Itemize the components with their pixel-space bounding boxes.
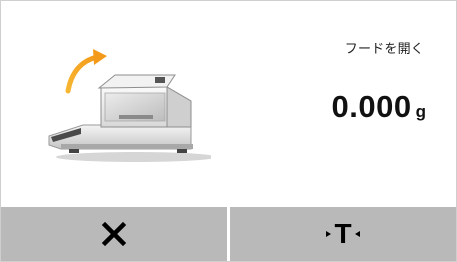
tare-button[interactable]: T <box>227 207 456 261</box>
tare-icon: T <box>323 218 362 250</box>
close-icon <box>101 221 127 247</box>
weight-value: 0.000 <box>331 89 412 124</box>
softkey-bar: T <box>1 207 456 261</box>
message-area: フードを開く 0.000 g <box>1 1 456 206</box>
tare-arrow-left-icon <box>326 231 332 237</box>
balance-screen: フードを開く 0.000 g T <box>0 0 457 262</box>
cancel-button[interactable] <box>1 207 227 261</box>
weight-unit: g <box>415 102 426 121</box>
weight-display: 0.000 g <box>332 89 426 125</box>
tare-arrow-right-icon <box>354 231 360 237</box>
balance-hood-open-icon <box>41 41 216 171</box>
instruction-text: フードを開く <box>344 41 424 56</box>
tare-label: T <box>334 218 352 249</box>
